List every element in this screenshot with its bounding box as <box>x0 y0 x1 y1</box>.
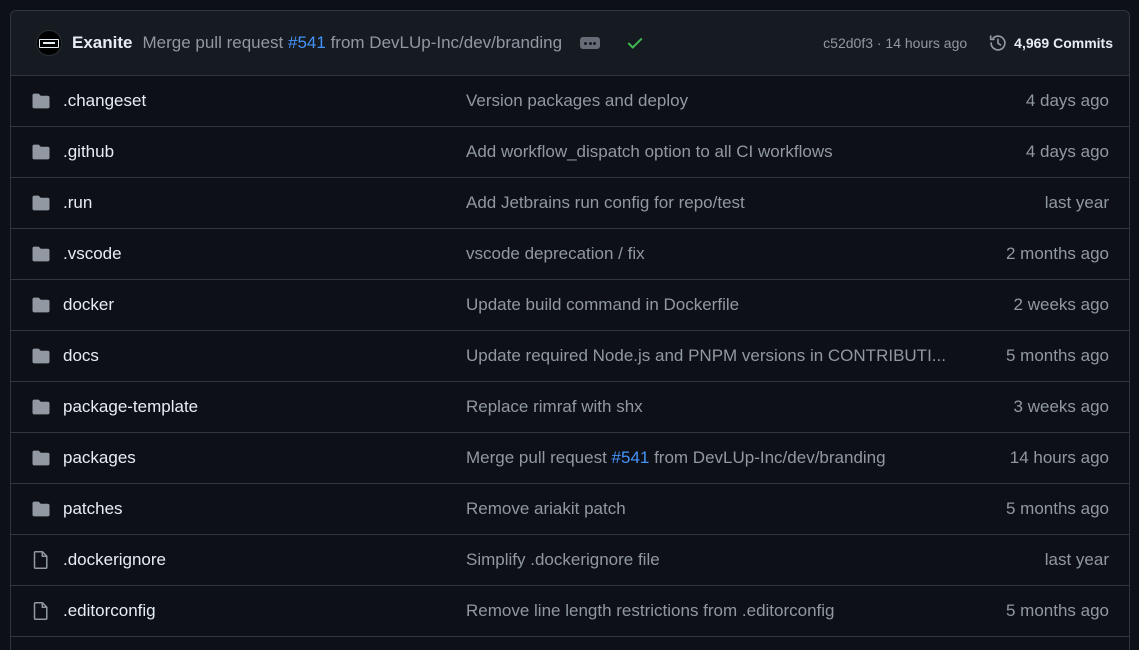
author-avatar[interactable] <box>36 30 62 56</box>
folder-icon <box>31 295 51 315</box>
commit-message-link[interactable]: Merge pull request #541 from DevLUp-Inc/… <box>142 33 562 53</box>
folder-icon <box>31 91 51 111</box>
commit-message-link[interactable]: Add Jetbrains run config for repo/test <box>466 193 946 213</box>
latest-commit-bar: Exanite Merge pull request #541 from Dev… <box>11 11 1129 76</box>
file-name-link[interactable]: docker <box>63 295 466 315</box>
folder-icon <box>31 244 51 264</box>
commit-sha-time[interactable]: c52d0f3 · 14 hours ago <box>823 35 967 51</box>
folder-icon <box>31 193 51 213</box>
commit-message-link[interactable]: Remove ariakit patch <box>466 499 946 519</box>
commit-age[interactable]: 5 months ago <box>946 499 1109 519</box>
commit-age[interactable]: 5 months ago <box>946 346 1109 366</box>
commit-message-link[interactable]: Replace rimraf with shx <box>466 397 946 417</box>
commit-message-link[interactable]: Version packages and deploy <box>466 91 946 111</box>
file-name-link[interactable]: .run <box>63 193 466 213</box>
expand-commit-message-button[interactable] <box>580 37 601 49</box>
history-icon <box>990 35 1006 51</box>
commit-message-link[interactable]: Simplify .dockerignore file <box>466 550 946 570</box>
commit-age[interactable]: 2 weeks ago <box>946 295 1109 315</box>
file-row[interactable]: patches Remove ariakit patch 5 months ago <box>11 484 1129 535</box>
file-name-link[interactable]: .vscode <box>63 244 466 264</box>
commit-age[interactable]: 2 months ago <box>946 244 1109 264</box>
folder-icon <box>31 142 51 162</box>
commit-age[interactable]: 5 months ago <box>946 601 1109 621</box>
file-icon <box>31 601 51 621</box>
commit-age[interactable]: 4 days ago <box>946 142 1109 162</box>
pr-link[interactable]: #541 <box>612 448 650 467</box>
commit-author-link[interactable]: Exanite <box>72 33 132 53</box>
file-name-link[interactable]: patches <box>63 499 466 519</box>
file-name-link[interactable]: .changeset <box>63 91 466 111</box>
commit-age[interactable]: 4 days ago <box>946 91 1109 111</box>
file-name-link[interactable]: docs <box>63 346 466 366</box>
file-name-link[interactable]: .dockerignore <box>63 550 466 570</box>
commits-count: 4,969 Commits <box>1014 35 1113 51</box>
commit-message-link[interactable]: Update build command in Dockerfile <box>466 295 946 315</box>
file-row[interactable]: package-template Replace rimraf with shx 3… <box>11 382 1129 433</box>
folder-icon <box>31 397 51 417</box>
commit-age[interactable]: 14 hours ago <box>946 448 1109 468</box>
file-row[interactable]: packages Merge pull request #541 from Dev… <box>11 433 1129 484</box>
file-row[interactable]: .run Add Jetbrains run config for repo/te… <box>11 178 1129 229</box>
commit-message-link[interactable]: Add workflow_dispatch option to all CI w… <box>466 142 946 162</box>
file-row[interactable]: .github Add workflow_dispatch option to a… <box>11 127 1129 178</box>
file-icon <box>31 550 51 570</box>
folder-icon <box>31 346 51 366</box>
file-name-link[interactable]: packages <box>63 448 466 468</box>
file-rows: .changeset Version packages and deploy 4 d… <box>11 76 1129 637</box>
commit-message-suffix: from DevLUp-Inc/dev/branding <box>325 33 563 52</box>
commits-history-link[interactable]: 4,969 Commits <box>987 32 1113 54</box>
commit-message-prefix: Merge pull request <box>142 33 289 52</box>
file-row[interactable]: .editorconfig Remove line length restrict… <box>11 586 1129 637</box>
commit-age[interactable]: last year <box>946 550 1109 570</box>
file-list-box: Exanite Merge pull request #541 from Dev… <box>10 10 1130 650</box>
file-row[interactable]: .vscode vscode deprecation / fix 2 months … <box>11 229 1129 280</box>
file-row[interactable]: .dockerignore Simplify .dockerignore file… <box>11 535 1129 586</box>
commit-message-link[interactable]: vscode deprecation / fix <box>466 244 946 264</box>
file-name-link[interactable]: .editorconfig <box>63 601 466 621</box>
file-row[interactable]: docs Update required Node.js and PNPM ver… <box>11 331 1129 382</box>
commit-message-link[interactable]: Update required Node.js and PNPM version… <box>466 346 946 366</box>
commit-message-link[interactable]: Merge pull request #541 from DevLUp-Inc/… <box>466 448 946 468</box>
commit-age[interactable]: 3 weeks ago <box>946 397 1109 417</box>
file-name-link[interactable]: .github <box>63 142 466 162</box>
check-icon[interactable] <box>626 34 644 52</box>
commit-message-suffix: from DevLUp-Inc/dev/branding <box>649 448 886 467</box>
file-name-link[interactable]: package-template <box>63 397 466 417</box>
commit-pr-link[interactable]: #541 <box>288 33 326 52</box>
commit-message-link[interactable]: Remove line length restrictions from .ed… <box>466 601 946 621</box>
file-row[interactable]: .changeset Version packages and deploy 4 d… <box>11 76 1129 127</box>
folder-icon <box>31 448 51 468</box>
file-row[interactable]: docker Update build command in Dockerfile… <box>11 280 1129 331</box>
folder-icon <box>31 499 51 519</box>
commit-message-prefix: Merge pull request <box>466 448 612 467</box>
commit-age[interactable]: last year <box>946 193 1109 213</box>
